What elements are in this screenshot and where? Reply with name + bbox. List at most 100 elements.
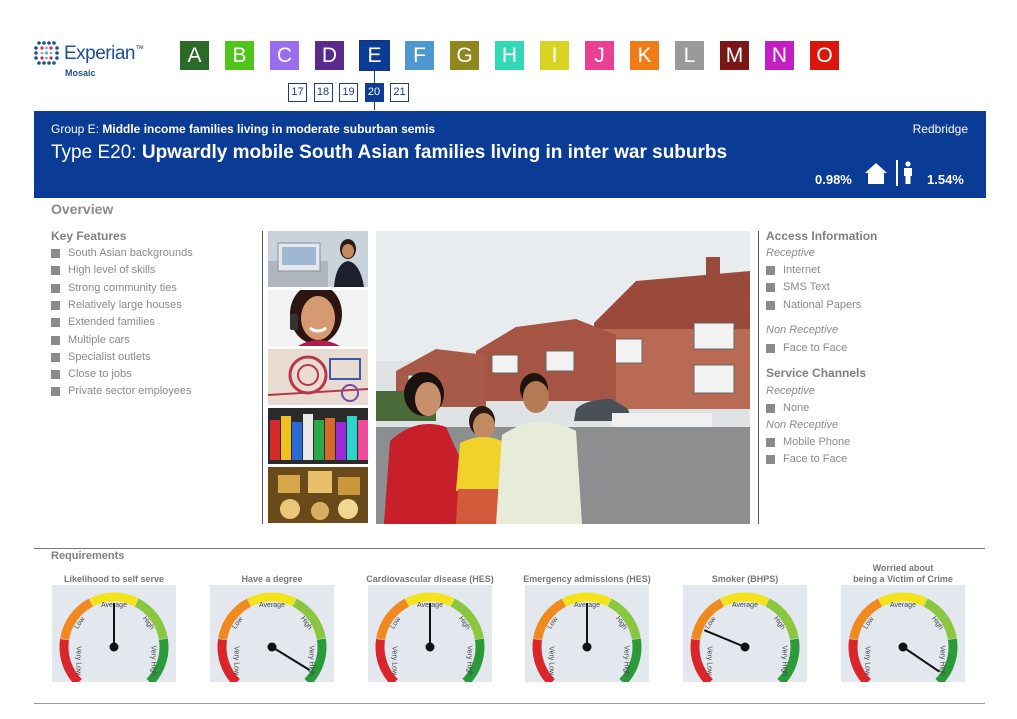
gauge-scale-label: Very High [308, 646, 315, 676]
access-non-receptive-label: Non Receptive [766, 324, 839, 336]
access-receptive-item: Internet [766, 264, 820, 276]
gauge-needle [271, 646, 311, 671]
access-non-receptive-item: Face to Face [766, 342, 847, 354]
gauge-hub [740, 642, 750, 652]
gauge: Very LowLowAverageHighVery High [841, 585, 965, 686]
key-feature-item: Multiple cars [51, 334, 130, 346]
divider [896, 160, 898, 186]
service-non-receptive-item: Face to Face [766, 453, 847, 465]
group-tile-o[interactable]: O [810, 41, 839, 70]
key-feature-item: Relatively large houses [51, 299, 182, 311]
gauge-hub [898, 642, 908, 652]
gauge-needle [703, 629, 746, 648]
gauge-scale-label: Very Low [390, 646, 397, 676]
service-channels-title: Service Channels [766, 366, 867, 380]
logo-brand: Experian™ [64, 43, 144, 64]
area-name: Redbridge [912, 122, 968, 136]
key-feature-item: South Asian backgrounds [51, 247, 193, 259]
family-photo [376, 231, 750, 524]
gauge-hub [267, 642, 277, 652]
gauge-scale-label: Very Low [705, 646, 712, 676]
person-percentage: 1.54% [927, 172, 964, 187]
gauge-label: Emergency admissions (HES) [523, 574, 651, 584]
logo-subtitle: Mosaic [65, 68, 96, 78]
gauge-hub [425, 642, 435, 652]
divider [758, 231, 759, 524]
group-tile-c[interactable]: C [270, 41, 299, 70]
gauge: Very LowLowAverageHighVery High [368, 585, 492, 686]
gauge-scale-label: Average [732, 602, 758, 609]
thumbnail-woman-phone [268, 290, 368, 346]
gauge-scale-label: Very High [781, 646, 788, 676]
type-tile-19[interactable]: 19 [339, 83, 358, 102]
divider [262, 231, 263, 524]
thumbnail-office-worker [268, 231, 368, 287]
group-tile-d[interactable]: D [315, 41, 344, 70]
gauge-scale-label: Average [890, 602, 916, 609]
overview-title: Overview [51, 201, 114, 217]
access-receptive-item: SMS Text [766, 281, 830, 293]
group-tile-n[interactable]: N [765, 41, 794, 70]
type-tile-20[interactable]: 20 [364, 83, 384, 102]
key-feature-item: Private sector employees [51, 385, 192, 397]
key-feature-item: Strong community ties [51, 282, 177, 294]
group-tile-e[interactable]: E [359, 40, 390, 71]
gauge-scale-label: Average [259, 602, 285, 609]
group-tile-g[interactable]: G [450, 41, 479, 70]
gauge-scale-label: Very Low [547, 646, 554, 676]
gauge-scale-label: Very Low [863, 646, 870, 676]
gauge-label: Have a degree [241, 574, 303, 584]
group-tile-j[interactable]: J [585, 41, 614, 70]
gauge-scale-label: Very High [623, 646, 630, 676]
gauge-scale-label: Very High [466, 646, 473, 676]
gauge-scale-label: Very Low [232, 646, 239, 676]
service-non-receptive-label: Non Receptive [766, 419, 839, 431]
group-tile-l[interactable]: L [675, 41, 704, 70]
key-feature-item: Specialist outlets [51, 351, 151, 363]
group-tile-a[interactable]: A [180, 41, 209, 70]
house-icon [865, 163, 887, 184]
service-receptive-label: Receptive [766, 385, 815, 397]
experian-mosaic-logo[interactable]: Experian™ Mosaic [33, 40, 144, 80]
key-feature-item: Close to jobs [51, 368, 132, 380]
group-tile-b[interactable]: B [225, 41, 254, 70]
access-receptive-label: Receptive [766, 247, 815, 259]
gauge-label: Likelihood to self serve [63, 574, 165, 584]
thumbnail-passport-stamps [268, 349, 368, 405]
group-tile-h[interactable]: H [495, 41, 524, 70]
gauge: Very LowLowAverageHighVery High [525, 585, 649, 686]
group-tile-m[interactable]: M [720, 41, 749, 70]
type-tile-17[interactable]: 17 [288, 83, 307, 102]
header-band: Group E: Middle income families living i… [34, 111, 986, 198]
type-tile-18[interactable]: 18 [313, 83, 333, 102]
key-feature-item: High level of skills [51, 264, 155, 276]
group-tile-i[interactable]: I [540, 41, 569, 70]
gauge-hub [109, 642, 119, 652]
gauge-label: Worried about being a Victim of Crime [824, 563, 982, 585]
type-tile-21[interactable]: 21 [390, 83, 409, 102]
gauge-scale-label: Very High [150, 646, 157, 676]
service-non-receptive-item: Mobile Phone [766, 436, 850, 448]
gauge-label: Cardiovascular disease (HES) [366, 574, 494, 584]
service-receptive-item: None [766, 402, 809, 414]
experian-dots-icon [34, 41, 59, 65]
household-percentage: 0.98% [815, 172, 852, 187]
requirements-rule [34, 548, 985, 549]
gauge-label: Smoker (BHPS) [711, 574, 779, 584]
gauge-scale-label: Very High [939, 646, 946, 676]
gauge: Very LowLowAverageHighVery High [52, 585, 176, 686]
key-feature-item: Extended families [51, 316, 155, 328]
footer-rule [34, 703, 985, 704]
gauge-scale-label: Very Low [74, 646, 81, 676]
gauge: Very LowLowAverageHighVery High [683, 585, 807, 686]
type-description: Type E20: Upwardly mobile South Asian fa… [51, 142, 728, 163]
access-information-title: Access Information [766, 229, 878, 243]
key-features-title: Key Features [51, 229, 127, 243]
person-icon [904, 161, 912, 184]
requirements-title: Requirements [51, 550, 125, 562]
group-tile-f[interactable]: F [405, 41, 434, 70]
thumbnail-gold-jewellery [268, 467, 368, 523]
group-tile-k[interactable]: K [630, 41, 659, 70]
group-description: Group E: Middle income families living i… [51, 122, 436, 136]
gauge-label-line2: being a Victim of Crime [853, 574, 953, 584]
